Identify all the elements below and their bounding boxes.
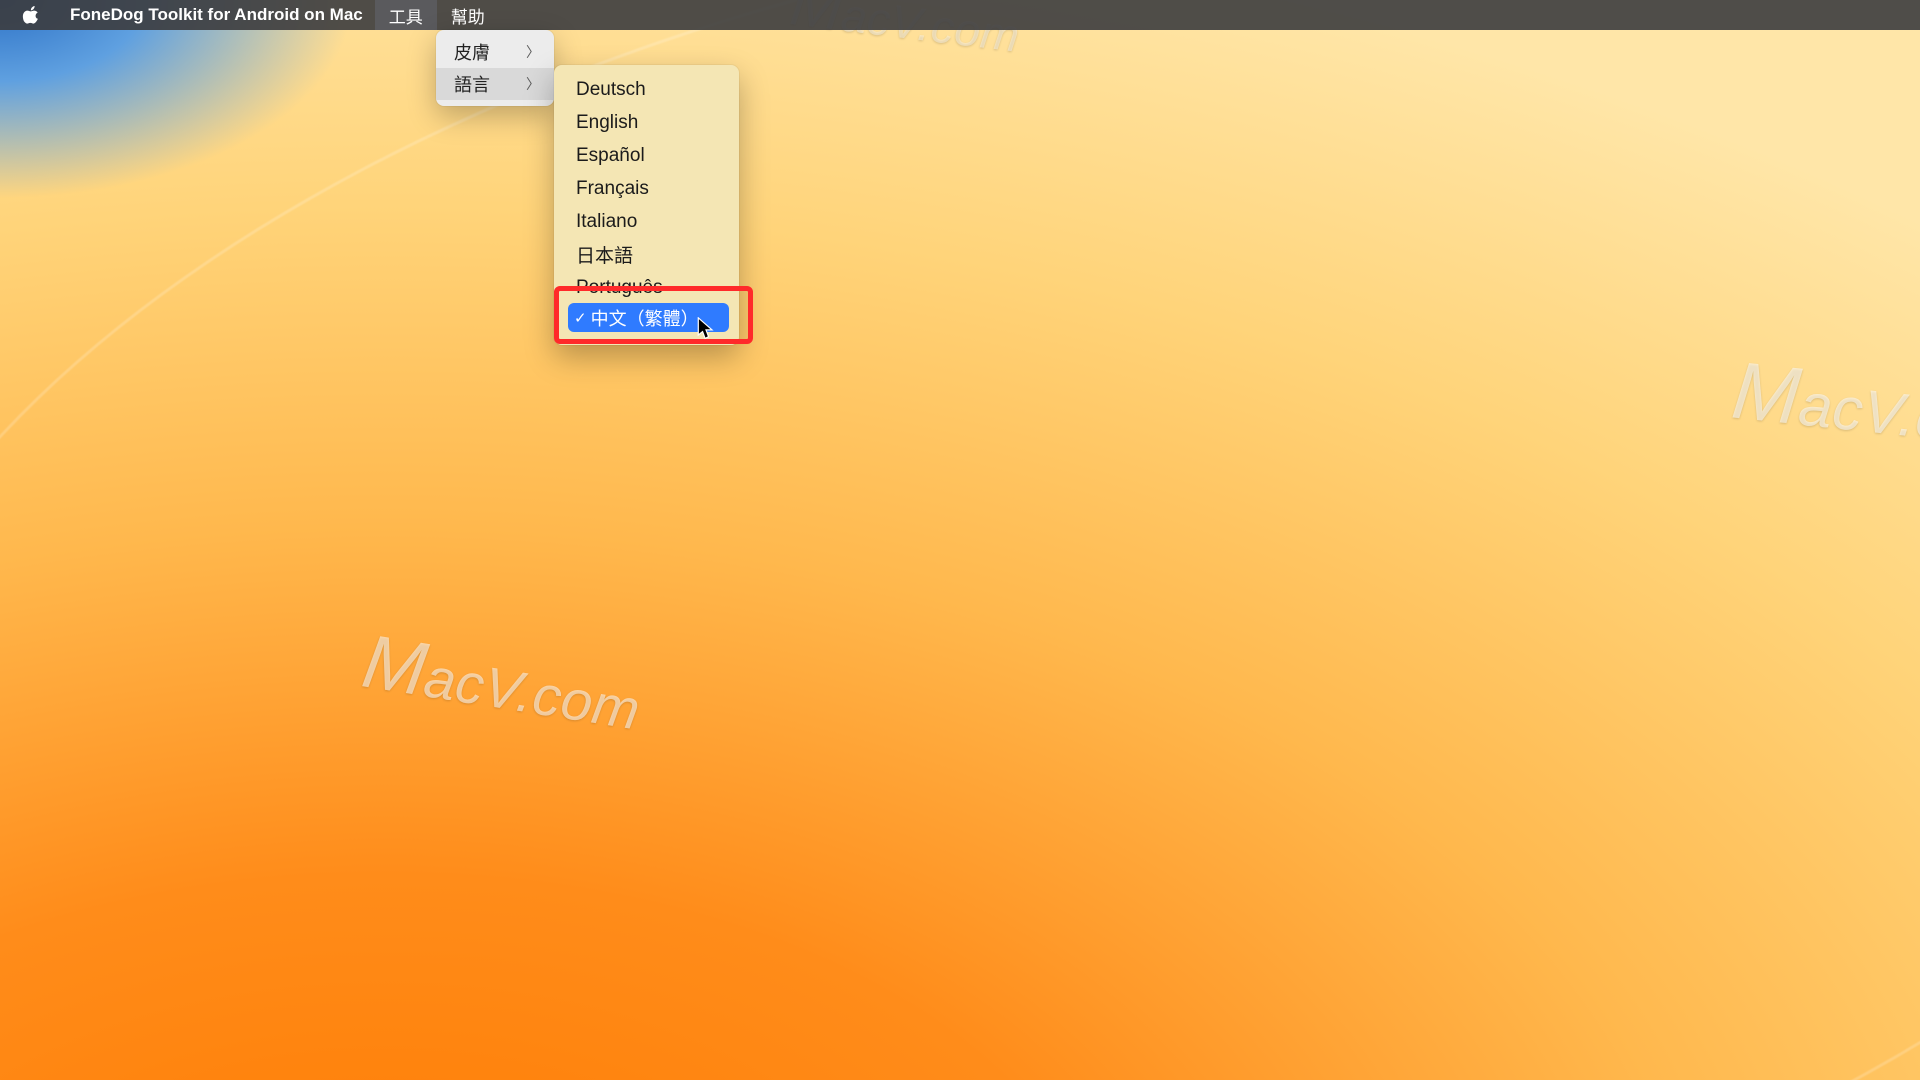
apple-logo-icon[interactable] [22,6,40,24]
menu-tools[interactable]: 工具 [375,0,437,30]
app-title[interactable]: FoneDog Toolkit for Android on Mac [58,0,375,30]
dropdown-item-label: 皮膚 [454,39,490,65]
lang-italiano[interactable]: Italiano [554,205,739,238]
chevron-right-icon: 〉 [526,42,540,62]
check-icon: ✓ [574,309,587,327]
watermark: MacV.com [357,619,647,748]
watermark: MacV.com [1728,345,1920,469]
lang-francais[interactable]: Français [554,172,739,205]
dropdown-language[interactable]: 語言 〉 [436,68,554,100]
menu-help[interactable]: 幫助 [437,0,499,30]
lang-english[interactable]: English [554,106,739,139]
lang-japanese[interactable]: 日本語 [554,238,739,271]
lang-chinese-traditional-selected[interactable]: ✓ 中文（繁體） [568,303,729,332]
tools-dropdown: 皮膚 〉 語言 〉 [436,30,554,106]
selected-language-label: 中文（繁體） [591,305,699,331]
wallpaper-curve [0,0,1920,1080]
lang-portugues[interactable]: Português [554,271,739,304]
lang-espanol[interactable]: Español [554,139,739,172]
dropdown-item-label: 語言 [454,71,490,97]
chevron-right-icon: 〉 [526,74,540,94]
menubar: FoneDog Toolkit for Android on Mac 工具 幫助 [0,0,1920,30]
dropdown-skin[interactable]: 皮膚 〉 [436,36,554,68]
lang-deutsch[interactable]: Deutsch [554,73,739,106]
desktop-wallpaper: MacV.com MacV.com MacV.com [0,0,1920,1080]
